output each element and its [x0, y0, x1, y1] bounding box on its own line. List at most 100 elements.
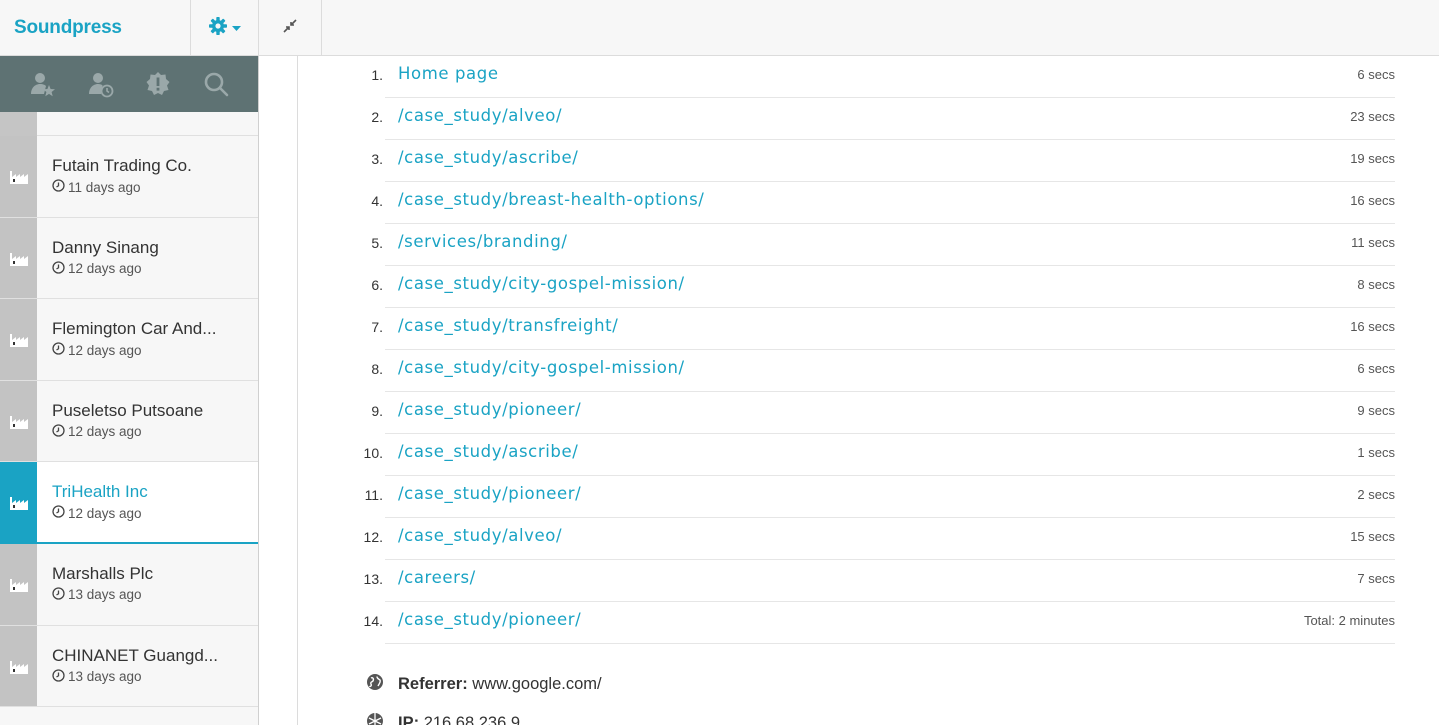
sidebar-item-name: Puseletso Putsoane	[52, 400, 204, 420]
sidebar-item[interactable]: Flemington Car And... 12 days ago	[0, 299, 258, 381]
row-number: 12.	[363, 529, 383, 545]
sidebar-item-time-text: 12 days ago	[68, 261, 142, 277]
list-item: 12. /case_study/alveo/15 secs	[298, 518, 1439, 560]
alert-badge-icon[interactable]	[143, 69, 173, 99]
list-item: 1. Home page 6 secs	[298, 56, 1439, 98]
page-duration: 11 secs	[1351, 235, 1395, 250]
sidebar-item-name: Futain Trading Co.	[52, 156, 192, 175]
page-duration: 9 secs	[1357, 403, 1395, 418]
factory-icon	[0, 543, 37, 625]
list-item: 11. /case_study/pioneer/2 secs	[298, 476, 1439, 518]
row-number: 13.	[363, 571, 383, 587]
row-number: 5.	[371, 235, 383, 251]
row-number: 2.	[371, 109, 383, 125]
page-link[interactable]: /case_study/pioneer/	[398, 400, 581, 419]
gear-icon	[208, 16, 228, 41]
page-visit-list: 1. Home page 6 secs 2. /case_study/alveo/23 …	[298, 56, 1439, 644]
ip-row: IP: 216.68.236.9	[366, 712, 520, 725]
row-number: 6.	[371, 277, 383, 293]
sidebar-item-time: 13 days ago	[52, 587, 142, 603]
sidebar-item[interactable]: Futain Trading Co. 11 days ago	[0, 136, 258, 218]
row-number: 4.	[371, 193, 383, 209]
row-number: 1.	[371, 67, 383, 83]
sidebar-item-time: 13 days ago	[52, 668, 142, 685]
sidebar-item-time: 12 days ago	[52, 424, 142, 440]
page-link[interactable]: Home page	[398, 64, 499, 83]
clock-icon	[52, 260, 65, 277]
page-duration: 23 secs	[1350, 109, 1395, 124]
referrer-value: www.google.com/	[472, 675, 602, 693]
visitor-list: Futain Trading Co. 11 days ago Danny Sinan…	[0, 136, 258, 708]
sidebar-item-name: Danny Sinang	[52, 237, 159, 257]
user-clock-icon[interactable]	[85, 69, 115, 99]
sidebar-item-name: TriHealth Inc	[52, 482, 148, 502]
page-duration: 7 secs	[1357, 571, 1395, 586]
page-link[interactable]: /services/branding/	[398, 232, 568, 251]
page-duration: 19 secs	[1350, 151, 1395, 166]
sidebar-item-time-text: 13 days ago	[68, 669, 142, 685]
sidebar-item-time-text: 12 days ago	[68, 424, 142, 440]
top-bar: Soundpress	[0, 0, 1439, 56]
sidebar-item-name: Marshalls Plc	[52, 563, 154, 583]
settings-menu-button[interactable]	[191, 0, 259, 56]
list-item: 4. /case_study/breast-health-options/16 s…	[298, 182, 1439, 224]
page-duration: 16 secs	[1350, 193, 1395, 208]
list-item: 5. /services/branding/11 secs	[298, 224, 1439, 266]
row-number: 9.	[371, 403, 383, 419]
page-link[interactable]: /case_study/pioneer/	[398, 610, 581, 629]
sidebar-item[interactable]: TriHealth Inc 12 days ago	[0, 462, 258, 544]
sidebar-item-time-text: 12 days ago	[68, 342, 142, 358]
row-divider	[385, 643, 1395, 644]
compress-icon	[282, 18, 298, 39]
user-star-icon[interactable]	[27, 69, 57, 99]
page-link[interactable]: /case_study/alveo/	[398, 106, 562, 125]
ip-value: 216.68.236.9	[423, 714, 521, 725]
sidebar-item[interactable]: Danny Sinang 12 days ago	[0, 217, 258, 300]
sidebar-item-time: 11 days ago	[52, 179, 141, 195]
page-link[interactable]: /case_study/transfreight/	[398, 316, 618, 335]
page-duration: 8 secs	[1357, 277, 1395, 292]
page-link[interactable]: /case_study/pioneer/	[398, 484, 581, 503]
factory-icon	[0, 136, 37, 217]
list-item: 8. /case_study/city-gospel-mission/6 secs	[298, 350, 1439, 392]
sidebar-item-time-text: 13 days ago	[68, 587, 142, 603]
list-item: 7. /case_study/transfreight/16 secs	[298, 308, 1439, 350]
app-title[interactable]: Soundpress	[0, 0, 191, 56]
row-number: 8.	[371, 361, 383, 377]
sidebar-item-time-text: 12 days ago	[68, 505, 142, 521]
list-item: 6. /case_study/city-gospel-mission/8 secs	[298, 266, 1439, 308]
sidebar: Futain Trading Co. 11 days ago Danny Sinan…	[0, 56, 259, 725]
page-link[interactable]: /case_study/ascribe/	[398, 442, 578, 461]
page-duration: 6 secs	[1357, 67, 1395, 82]
row-number: 7.	[371, 319, 383, 335]
referrer-row: Referrer: www.google.com/	[366, 673, 602, 696]
page-link[interactable]: /case_study/city-gospel-mission/	[398, 274, 685, 293]
sidebar-item-time: 12 days ago	[52, 505, 142, 521]
ip-label: IP:	[398, 714, 420, 725]
list-item: 10. /case_study/ascribe/1 secs	[298, 434, 1439, 476]
page-link[interactable]: /case_study/ascribe/	[398, 148, 578, 167]
sidebar-item[interactable]: Puseletso Putsoane 12 days ago	[0, 380, 258, 463]
main-panel: 1. Home page 6 secs 2. /case_study/alveo/23 …	[297, 56, 1439, 725]
row-number: 10.	[363, 445, 383, 461]
page-duration: 1 secs	[1357, 445, 1395, 460]
page-link[interactable]: /case_study/city-gospel-mission/	[398, 358, 685, 377]
clock-icon	[52, 668, 65, 685]
page-duration: 2 secs	[1357, 487, 1395, 502]
row-number: 3.	[371, 151, 383, 167]
page-link[interactable]: /careers/	[398, 568, 476, 587]
list-item: 14. /case_study/pioneer/Total: 2 minutes	[298, 602, 1439, 644]
clock-icon	[52, 587, 65, 603]
sidebar-item[interactable]: Marshalls Plc 13 days ago	[0, 543, 258, 626]
factory-icon	[0, 217, 37, 299]
list-item: 13. /careers/7 secs	[298, 560, 1439, 602]
sidebar-item[interactable]: CHINANET Guangd... 13 days ago	[0, 625, 258, 708]
collapse-button[interactable]	[259, 0, 322, 56]
globe-icon	[366, 673, 384, 696]
page-link[interactable]: /case_study/breast-health-options/	[398, 190, 704, 209]
search-icon[interactable]	[201, 69, 231, 99]
list-item: 3. /case_study/ascribe/19 secs	[298, 140, 1439, 182]
row-number: 14.	[363, 613, 383, 629]
factory-icon	[0, 462, 37, 542]
page-link[interactable]: /case_study/alveo/	[398, 526, 562, 545]
